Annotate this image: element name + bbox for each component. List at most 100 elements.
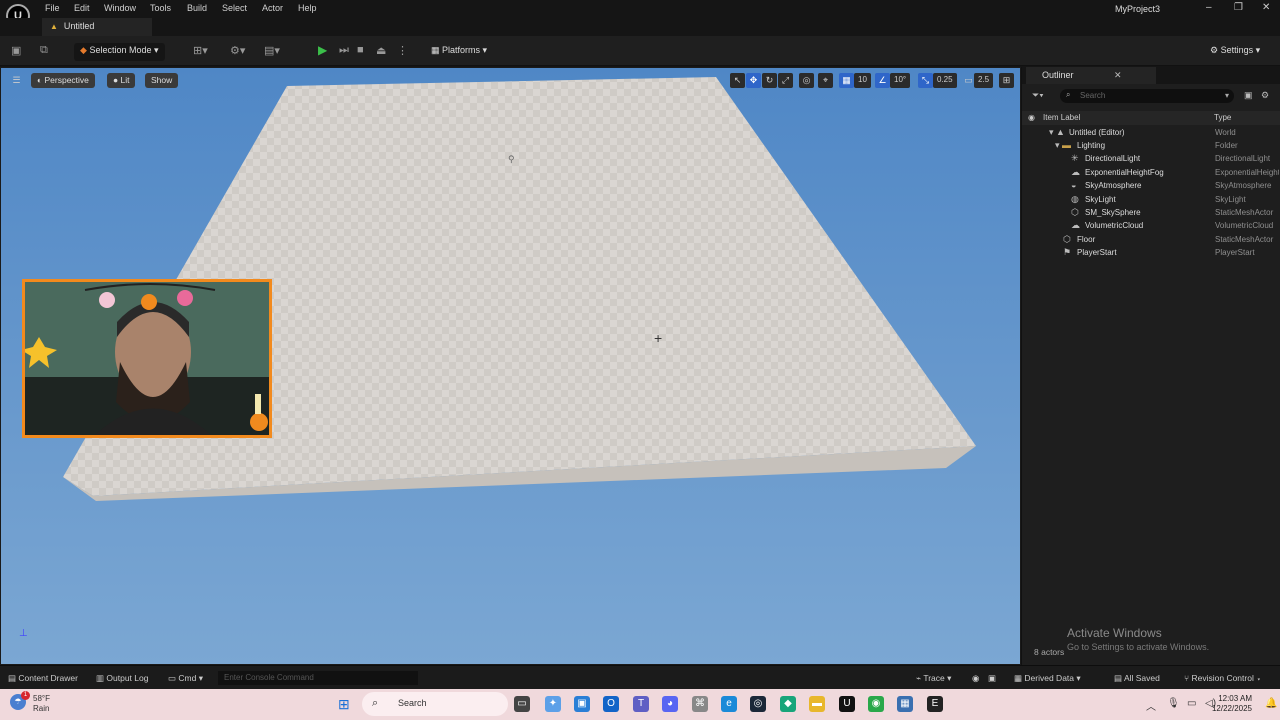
close-window-icon[interactable]: ✕: [1262, 2, 1270, 13]
task-view-icon[interactable]: ▭: [514, 696, 530, 712]
outliner-row-fog[interactable]: ☁ ExponentialHeightFog ExponentialHeightFo…: [1022, 167, 1280, 180]
expand-arrow-icon[interactable]: ▾: [1055, 140, 1060, 151]
trace-button[interactable]: ⌁ Trace ▾: [916, 673, 951, 684]
stop-icon[interactable]: ■: [357, 44, 364, 56]
derived-data-button[interactable]: ▦ Derived Data ▾: [1014, 673, 1081, 684]
visibility-icon[interactable]: ◉: [1028, 113, 1035, 122]
viewport-menu-icon[interactable]: ☰: [9, 73, 24, 88]
outliner-tab[interactable]: Outliner: [1026, 67, 1156, 84]
outliner-row-skylight[interactable]: ◍ SkyLight SkyLight: [1022, 194, 1280, 207]
content-drawer-button[interactable]: ▤ Content Drawer: [8, 673, 78, 684]
maximize-icon[interactable]: ❐: [1234, 2, 1243, 13]
surface-snap-icon[interactable]: ⌖: [818, 73, 833, 88]
microphone-icon[interactable]: 🎙: [1167, 698, 1180, 709]
close-panel-icon[interactable]: ✕: [1114, 70, 1122, 81]
world-space-icon[interactable]: ◎: [799, 73, 814, 88]
discord-icon[interactable]: ◕: [662, 696, 678, 712]
outliner-row-volumetriccloud[interactable]: ☁ VolumetricCloud VolumetricCloud: [1022, 220, 1280, 233]
search-dropdown-icon[interactable]: ▾: [1225, 91, 1229, 100]
revision-control-button[interactable]: ⑂ Revision Control ▾: [1184, 673, 1261, 683]
weather-widget[interactable]: 58°F Rain: [33, 694, 50, 714]
step-icon[interactable]: ⏭: [339, 44, 349, 57]
expand-arrow-icon[interactable]: ▾: [1049, 127, 1054, 138]
add-folder-icon[interactable]: ▣: [1244, 90, 1253, 101]
console-input[interactable]: Enter Console Command: [218, 671, 418, 685]
perspective-button[interactable]: ◐ Perspective: [31, 73, 95, 88]
filter-icon[interactable]: ⏷▾: [1032, 90, 1044, 101]
tray-chevron-icon[interactable]: ︿: [1146, 698, 1156, 713]
outliner-row-floor[interactable]: ⬡ Floor StaticMeshActor: [1022, 234, 1280, 247]
windows-start-icon[interactable]: ⊞: [338, 696, 350, 713]
outliner-row-world[interactable]: ▾ ▲ Untitled (Editor) World: [1022, 127, 1280, 140]
settings-button[interactable]: ⚙ Settings ▾: [1204, 43, 1266, 61]
content-icon[interactable]: ⧉: [40, 44, 48, 57]
outliner-row-skysphere[interactable]: ⬡ SM_SkySphere StaticMeshActor: [1022, 207, 1280, 220]
outliner-row-skyatmosphere[interactable]: ◒ SkyAtmosphere SkyAtmosphere: [1022, 180, 1280, 193]
translate-tool-icon[interactable]: ✥: [746, 73, 761, 88]
outliner-search-input[interactable]: ⌕ Search: [1060, 89, 1234, 103]
app-window-icon[interactable]: ▦: [897, 696, 913, 712]
store-icon[interactable]: ▣: [574, 696, 590, 712]
copilot-icon[interactable]: ✦: [545, 696, 561, 712]
notifications-icon[interactable]: 🔔: [1265, 698, 1277, 709]
steam-icon[interactable]: ◎: [750, 696, 766, 712]
more-options-icon[interactable]: ⋮: [397, 44, 408, 57]
epic-games-icon[interactable]: E: [927, 696, 943, 712]
play-icon[interactable]: ▶: [318, 43, 327, 57]
outliner-row-directionallight[interactable]: ✳ DirectionalLight DirectionalLight: [1022, 153, 1280, 166]
rotation-snap-value[interactable]: 10°: [890, 73, 911, 88]
menu-select[interactable]: Select: [222, 3, 247, 13]
cmd-button[interactable]: ▭ Cmd ▾: [168, 673, 203, 684]
select-tool-icon[interactable]: ↖: [730, 73, 745, 88]
rotate-tool-icon[interactable]: ↻: [762, 73, 777, 88]
record-icon[interactable]: ◉: [972, 673, 979, 684]
add-actor-icon[interactable]: ⊞▾: [193, 44, 208, 57]
screenshot-icon[interactable]: ▣: [988, 673, 996, 684]
unreal-engine-icon[interactable]: U: [839, 696, 855, 712]
menu-edit[interactable]: Edit: [74, 3, 90, 13]
eject-icon[interactable]: ⏏: [376, 44, 386, 57]
show-button[interactable]: Show: [145, 73, 179, 88]
menu-help[interactable]: Help: [298, 3, 317, 13]
taskbar-clock[interactable]: 12:03 AM 12/22/2025: [1212, 694, 1252, 714]
save-icon[interactable]: ▣: [11, 44, 21, 57]
edge-icon[interactable]: e: [721, 696, 737, 712]
lit-button[interactable]: ● Lit: [107, 73, 136, 88]
tab-untitled[interactable]: ▲ Untitled: [42, 18, 152, 36]
weather-condition: Rain: [33, 704, 50, 713]
all-saved-button[interactable]: ▤ All Saved: [1114, 673, 1160, 684]
output-log-button[interactable]: ▥ Output Log: [96, 673, 148, 684]
outliner-row-playerstart[interactable]: ⚑ PlayerStart PlayerStart: [1022, 247, 1280, 260]
menu-actor[interactable]: Actor: [262, 3, 283, 13]
menu-file[interactable]: File: [45, 3, 60, 13]
menu-window[interactable]: Window: [104, 3, 136, 13]
column-item-label[interactable]: Item Label: [1043, 113, 1080, 122]
grid-snap-value[interactable]: 10: [854, 73, 871, 88]
camera-speed-value[interactable]: 2.5: [974, 73, 994, 88]
app-terminal-icon[interactable]: ◉: [868, 696, 884, 712]
maximize-viewport-icon[interactable]: ⊞: [999, 73, 1014, 88]
scale-tool-icon[interactable]: ⤢: [778, 73, 793, 88]
player-start-icon[interactable]: ⚲: [508, 154, 515, 168]
app-green-icon[interactable]: ◆: [780, 696, 796, 712]
outlook-icon[interactable]: O: [603, 696, 619, 712]
network-icon[interactable]: ▭: [1187, 698, 1196, 709]
blueprint-icon[interactable]: ⚙▾: [230, 44, 245, 57]
minimize-icon[interactable]: –: [1206, 2, 1212, 13]
rotation-snap-icon[interactable]: ∠: [875, 73, 890, 88]
grid-snap-icon[interactable]: ▦: [839, 73, 854, 88]
menu-build[interactable]: Build: [187, 3, 207, 13]
taskbar-search-input[interactable]: ⌕ Search: [362, 692, 508, 716]
platforms-button[interactable]: ▦ Platforms ▾: [425, 43, 493, 61]
app-icon[interactable]: ⌘: [692, 696, 708, 712]
column-type[interactable]: Type: [1214, 113, 1231, 122]
file-explorer-icon[interactable]: ▬: [809, 696, 825, 712]
menu-tools[interactable]: Tools: [150, 3, 171, 13]
teams-icon[interactable]: T: [633, 696, 649, 712]
selection-mode-button[interactable]: ◆ Selection Mode ▾: [74, 43, 165, 61]
outliner-row-lighting[interactable]: ▾ ▬ Lighting Folder: [1022, 140, 1280, 153]
outliner-settings-icon[interactable]: ⚙: [1261, 90, 1269, 101]
scale-snap-icon[interactable]: ⤡: [918, 73, 933, 88]
scale-snap-value[interactable]: 0.25: [933, 73, 957, 88]
sequencer-icon[interactable]: ▤▾: [264, 44, 280, 57]
